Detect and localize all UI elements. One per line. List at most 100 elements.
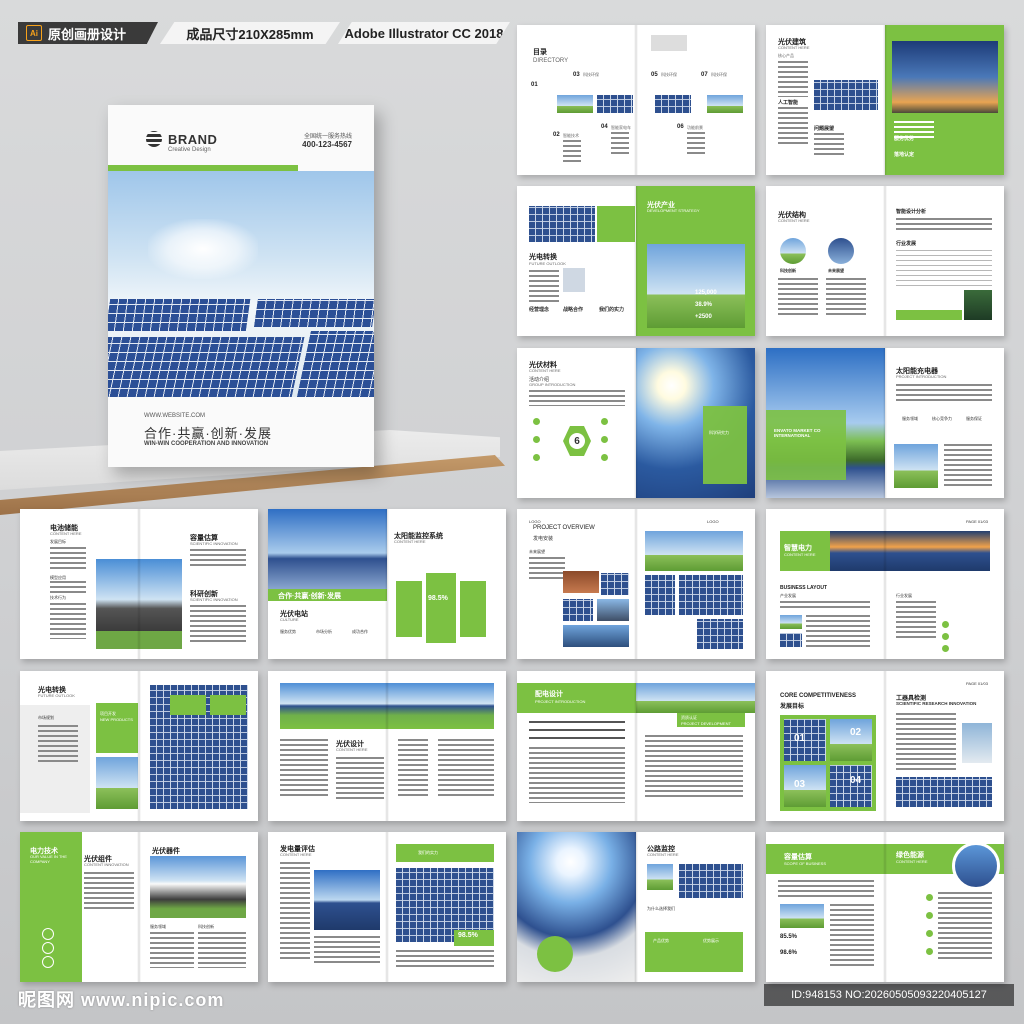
box-label: 科学研究力 <box>709 430 729 435</box>
box-sub: NEW PRODUCTS <box>100 717 133 722</box>
spread-project-overview: LOGO PROJECT OVERVIEW 发电安装 未来展望 LOGO <box>517 509 755 659</box>
text-lines <box>806 615 870 647</box>
spread-subtitle: OUR VALUE IN THE COMPANY <box>30 854 67 864</box>
field-photo <box>780 904 824 928</box>
solar-field-photo <box>268 509 387 589</box>
cover-website: WWW.WEBSITE.COM <box>144 413 205 419</box>
overlay-text: ENVATO MARKET CO INTERNATIONAL <box>774 428 821 438</box>
sunset-solar-photo <box>830 531 990 571</box>
text-lines <box>50 581 86 595</box>
text-lines <box>778 880 874 900</box>
feature-dot-icon <box>601 436 608 443</box>
feature-dot-icon <box>533 418 540 425</box>
spread-green-energy: 容量估算 SCOPE OF BUSINESS 85.5% 98.6% 绿色能源 … <box>766 832 1004 982</box>
section-label: 服务优势 <box>894 136 915 142</box>
charger-photo <box>563 268 585 292</box>
section-label: 产品优势 <box>653 938 669 943</box>
toc-number: 02 <box>553 132 560 138</box>
toc-item: 科技环保 <box>711 72 727 77</box>
thumb-photo <box>647 864 673 890</box>
feature-dot-icon <box>942 621 949 628</box>
spread-title: PROJECT OVERVIEW <box>533 525 595 531</box>
text-lines <box>529 390 625 406</box>
power-tower-photo <box>892 41 998 113</box>
solar-photo <box>679 864 743 898</box>
solar-farm-photo <box>645 531 743 571</box>
green-label-box <box>210 695 246 715</box>
green-title-bar <box>396 844 494 862</box>
page-number: PAGE 01/03 <box>966 519 988 524</box>
feature-dot-icon <box>926 930 933 937</box>
spread-road-monitoring: 公路监控 CONTENT HERE 为什么选择我们 产品优势 优势展示 <box>517 832 755 982</box>
spread-monitoring-system: 合作·共赢·创新·发展 光伏电站 CULTURE 服务优势 市场分析 成功合作 … <box>268 509 506 659</box>
toc-number: 07 <box>701 72 708 78</box>
text-lines <box>896 218 992 232</box>
sun-glow <box>148 219 258 279</box>
feature-dot-icon <box>926 912 933 919</box>
grid-number: 04 <box>850 775 862 786</box>
spread-subtitle-2: CONTENT INNOVATION <box>84 862 129 867</box>
text-lines <box>778 107 808 147</box>
text-lines <box>50 603 86 639</box>
text-lines <box>438 739 494 799</box>
toc-item: 科技环保 <box>661 72 677 77</box>
brochure-cover: BRAND Creative Design 全国统一服务热线 400-123-4… <box>108 105 374 467</box>
page-number: PAGE 01/03 <box>966 681 988 686</box>
text-lines <box>938 892 992 962</box>
text-lines <box>84 872 134 912</box>
stat-number: 85.5% <box>780 934 798 940</box>
section-label: 经营理念 <box>529 307 550 313</box>
solar-panel <box>108 337 305 397</box>
green-overlay <box>766 410 846 480</box>
spread-subtitle: 发展目标 <box>780 704 805 710</box>
original-design-tag: Ai 原创画册设计 <box>18 22 158 44</box>
toc-item: 智能家电车 <box>611 125 631 130</box>
hexagon-badge: 6 <box>563 426 591 456</box>
section-label: 优势展示 <box>703 938 719 943</box>
cover-slogan-en: WIN-WIN COOPERATION AND INNOVATION <box>144 441 269 447</box>
text-lines <box>778 278 818 318</box>
solar-photo <box>645 575 675 615</box>
toc-number: 06 <box>677 124 684 130</box>
text-lines <box>896 601 936 641</box>
wind-photo <box>96 757 138 809</box>
toc-number: 04 <box>601 124 608 130</box>
text-lines <box>830 904 874 968</box>
software-label: Adobe Illustrator CC 2018 <box>344 25 504 41</box>
grid-number: 01 <box>794 733 806 744</box>
section-label: 人工智能 <box>778 100 799 106</box>
text-lines <box>150 932 194 968</box>
green-box <box>703 406 747 484</box>
spread-subtitle: DIRECTORY <box>533 58 569 64</box>
data-table <box>896 250 992 286</box>
text-lines <box>50 547 86 571</box>
hexagon-number: 6 <box>569 433 585 449</box>
section-label: 发展目标 <box>50 539 66 544</box>
spread-title: CORE COMPETITIVENESS <box>780 693 857 699</box>
grid-number: 03 <box>794 779 806 790</box>
section-label: 我们的实力 <box>599 307 625 313</box>
thumb-photo <box>780 633 802 647</box>
brand-name: BRAND <box>168 131 218 147</box>
panorama-solar-photo <box>280 683 494 729</box>
spread-battery-storage: 电池储能 CONTENT HERE 发展目标 模型应用 技术行为 容量估算 SC… <box>20 509 258 659</box>
spread-subtitle: CONTENT HERE <box>280 852 312 857</box>
section-label: 未来展望 <box>529 549 545 554</box>
toc-item: 功能前景 <box>687 125 703 130</box>
spread-subtitle-2: CULTURE <box>280 617 299 622</box>
grid-photo <box>830 719 872 761</box>
logo-label: LOGO <box>529 519 541 524</box>
text-lines <box>190 605 246 645</box>
toc-number: 01 <box>531 82 538 88</box>
section-label: 为什么选择我们 <box>647 906 675 911</box>
toc-photo <box>707 95 743 113</box>
grid-number: 02 <box>850 727 862 738</box>
original-design-label: 原创画册设计 <box>48 26 127 42</box>
toc-photo <box>597 95 633 113</box>
text-lines <box>280 739 328 799</box>
feature-dot-icon <box>926 894 933 901</box>
spread-smart-power: PAGE 01/03 智慧电力 CONTENT HERE BUSINESS LA… <box>766 509 1004 659</box>
spread-pv-design: 光伏设计 CONTENT HERE <box>268 671 506 821</box>
ev-charging-photo <box>517 832 636 982</box>
house-turbine-photo <box>96 559 182 649</box>
